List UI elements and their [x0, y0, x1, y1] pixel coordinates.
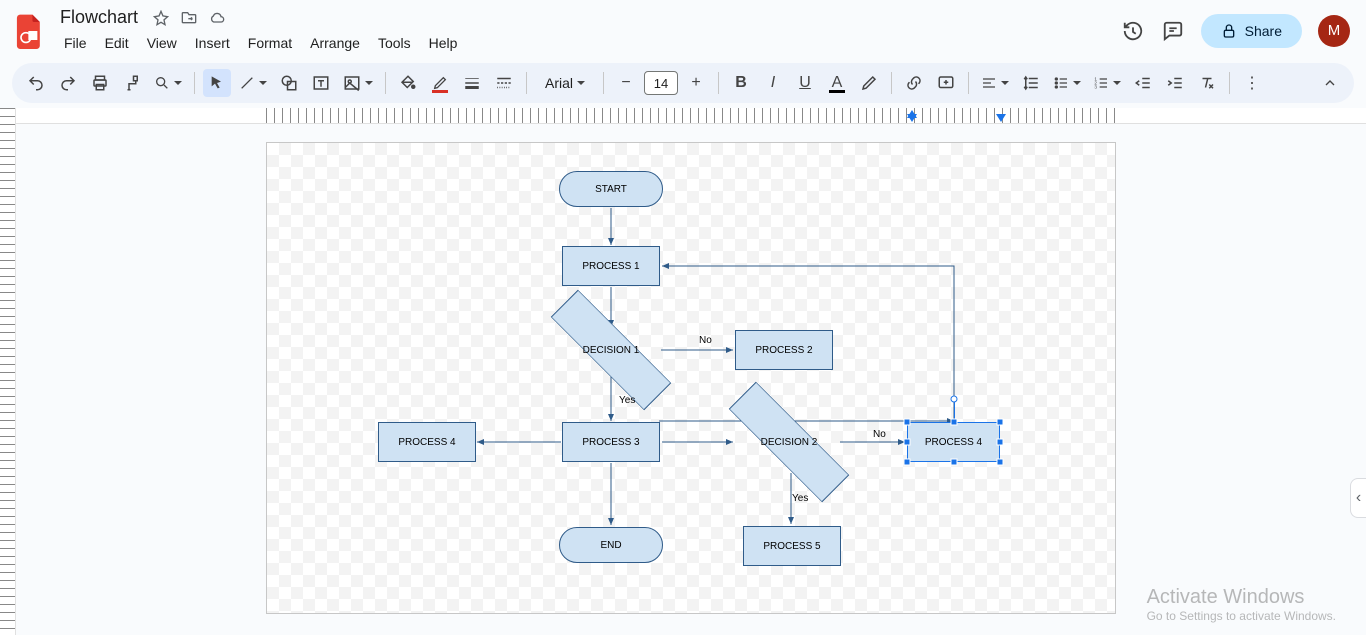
bold-button[interactable]: B: [727, 69, 755, 97]
line-spacing-button[interactable]: [1017, 69, 1045, 97]
node-process-4-right[interactable]: PROCESS 4: [907, 422, 1000, 462]
border-weight-button[interactable]: [458, 69, 486, 97]
print-button[interactable]: [86, 69, 114, 97]
share-label: Share: [1245, 23, 1282, 39]
svg-text:3: 3: [1094, 84, 1097, 89]
selection-handle-e[interactable]: [997, 439, 1004, 446]
selection-rotation-handle[interactable]: [951, 396, 958, 403]
text-color-button[interactable]: A: [823, 69, 851, 97]
side-panel-toggle[interactable]: ‹: [1350, 478, 1366, 518]
drawings-app-icon[interactable]: [12, 13, 48, 49]
node-process-4-left[interactable]: PROCESS 4: [378, 422, 476, 462]
undo-button[interactable]: [22, 69, 50, 97]
menu-format[interactable]: Format: [240, 31, 300, 55]
edge-label-d2-yes: Yes: [792, 493, 808, 504]
italic-button[interactable]: I: [759, 69, 787, 97]
menu-insert[interactable]: Insert: [187, 31, 238, 55]
align-dropdown[interactable]: [977, 69, 1013, 97]
menu-help[interactable]: Help: [421, 31, 466, 55]
edge-label-d2-no: No: [873, 429, 886, 440]
ruler-marker-right[interactable]: [996, 114, 1006, 122]
selection-handle-w[interactable]: [904, 439, 911, 446]
zoom-dropdown[interactable]: [150, 69, 186, 97]
font-size-input[interactable]: 14: [644, 71, 678, 95]
account-avatar[interactable]: M: [1318, 15, 1350, 47]
selection-handle-n[interactable]: [951, 419, 958, 426]
insert-link-button[interactable]: [900, 69, 928, 97]
shape-tool[interactable]: [275, 69, 303, 97]
drawing-page[interactable]: START PROCESS 1 DECISION 1 PROCESS 2 PRO…: [266, 142, 1116, 614]
node-end[interactable]: END: [559, 527, 663, 563]
textbox-tool[interactable]: [307, 69, 335, 97]
move-icon[interactable]: [180, 9, 198, 27]
comments-icon[interactable]: [1161, 19, 1185, 43]
node-process-1[interactable]: PROCESS 1: [562, 246, 660, 286]
font-size-increase[interactable]: +: [682, 69, 710, 97]
edge-label-d1-yes: Yes: [619, 395, 635, 406]
share-button[interactable]: Share: [1201, 14, 1302, 48]
font-family-dropdown[interactable]: Arial: [535, 69, 595, 97]
ruler-marker-left-indent[interactable]: [907, 110, 917, 118]
lock-icon: [1221, 23, 1237, 39]
node-decision-1[interactable]: DECISION 1: [545, 317, 677, 383]
image-tool[interactable]: [339, 69, 377, 97]
node-process-2[interactable]: PROCESS 2: [735, 330, 833, 370]
edge-label-d1-no: No: [699, 335, 712, 346]
menu-edit[interactable]: Edit: [97, 31, 137, 55]
line-tool[interactable]: [235, 69, 271, 97]
highlight-button[interactable]: [855, 69, 883, 97]
node-process-5[interactable]: PROCESS 5: [743, 526, 841, 566]
insert-comment-button[interactable]: [932, 69, 960, 97]
fill-color-button[interactable]: [394, 69, 422, 97]
font-size-decrease[interactable]: −: [612, 69, 640, 97]
numbered-list-button[interactable]: 123: [1089, 69, 1125, 97]
selection-handle-se[interactable]: [997, 459, 1004, 466]
horizontal-ruler: [16, 108, 1366, 124]
select-tool[interactable]: [203, 69, 231, 97]
connectors: [267, 143, 567, 293]
menu-file[interactable]: File: [56, 31, 95, 55]
node-process-3[interactable]: PROCESS 3: [562, 422, 660, 462]
more-button[interactable]: ⋮: [1238, 69, 1266, 97]
bulleted-list-button[interactable]: [1049, 69, 1085, 97]
doc-title[interactable]: Flowchart: [56, 6, 142, 29]
selection-handle-nw[interactable]: [904, 419, 911, 426]
selection-handle-sw[interactable]: [904, 459, 911, 466]
menu-view[interactable]: View: [139, 31, 185, 55]
underline-button[interactable]: U: [791, 69, 819, 97]
node-start[interactable]: START: [559, 171, 663, 207]
windows-watermark: Activate Windows Go to Settings to activ…: [1147, 586, 1336, 623]
paint-format-button[interactable]: [118, 69, 146, 97]
history-icon[interactable]: [1121, 19, 1145, 43]
selection-handle-ne[interactable]: [997, 419, 1004, 426]
border-dash-button[interactable]: [490, 69, 518, 97]
clear-formatting-button[interactable]: [1193, 69, 1221, 97]
menu-tools[interactable]: Tools: [370, 31, 419, 55]
redo-button[interactable]: [54, 69, 82, 97]
menu-arrange[interactable]: Arrange: [302, 31, 368, 55]
canvas[interactable]: START PROCESS 1 DECISION 1 PROCESS 2 PRO…: [16, 124, 1366, 635]
cloud-status-icon[interactable]: [208, 9, 226, 27]
border-color-button[interactable]: [426, 69, 454, 97]
toolbar: Arial − 14 + B I U A 123 ⋮: [12, 63, 1354, 103]
decrease-indent-button[interactable]: [1129, 69, 1157, 97]
increase-indent-button[interactable]: [1161, 69, 1189, 97]
collapse-toolbar-button[interactable]: [1316, 69, 1344, 97]
star-icon[interactable]: [152, 9, 170, 27]
node-decision-2[interactable]: DECISION 2: [723, 409, 855, 475]
vertical-ruler: [0, 108, 16, 635]
selection-handle-s[interactable]: [951, 459, 958, 466]
